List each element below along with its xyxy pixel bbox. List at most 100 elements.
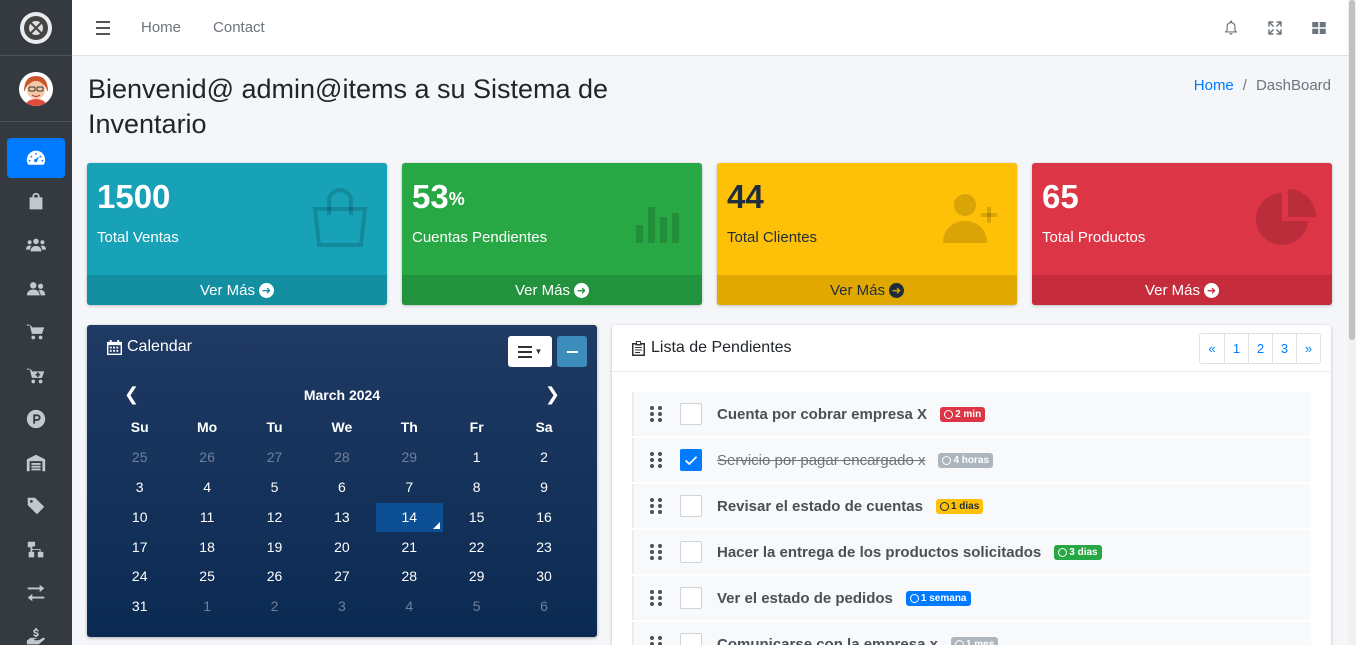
bell-icon[interactable] (1222, 19, 1240, 37)
calendar-day[interactable]: 21 (376, 533, 443, 562)
calendar-day[interactable]: 3 (308, 592, 375, 621)
cart-icon (26, 324, 45, 340)
box-more-link[interactable]: Ver Más ➜ (87, 275, 387, 305)
pagination-item[interactable]: « (1200, 334, 1224, 363)
calendar-day[interactable]: 4 (173, 473, 240, 502)
brand-link[interactable] (0, 0, 72, 56)
calendar-day[interactable]: 24 (106, 562, 173, 591)
calendar-day[interactable]: 25 (173, 562, 240, 591)
calendar-day[interactable]: 29 (376, 443, 443, 472)
sidebar-item-bag[interactable] (7, 182, 65, 222)
sidebar-item-user-group[interactable] (7, 269, 65, 309)
sidebar-item-sitemap[interactable] (7, 530, 65, 570)
bag-icon (29, 192, 43, 209)
drag-handle-icon[interactable] (650, 544, 664, 560)
calendar-day[interactable]: 28 (308, 443, 375, 472)
calendar-day[interactable]: 1 (173, 592, 240, 621)
sidebar-item-exchange[interactable] (7, 573, 65, 613)
sidebar-item-users[interactable] (7, 225, 65, 265)
drag-handle-icon[interactable] (650, 498, 664, 514)
calendar-day[interactable]: 17 (106, 533, 173, 562)
clock-icon (939, 501, 949, 511)
calendar-day[interactable]: 8 (443, 473, 510, 502)
todo-checkbox[interactable] (680, 495, 702, 517)
pagination-item[interactable]: » (1296, 334, 1320, 363)
calendar-day[interactable]: 31 (106, 592, 173, 621)
user-panel[interactable] (0, 56, 72, 122)
drag-handle-icon[interactable] (650, 590, 664, 606)
next-month-button[interactable]: ❯ (538, 384, 567, 405)
sidebar-item-hand-holding[interactable] (7, 617, 65, 645)
calendar-day[interactable]: 13 (308, 503, 375, 532)
avatar[interactable] (19, 71, 53, 106)
drag-handle-icon[interactable] (650, 406, 664, 422)
box-more-link[interactable]: Ver Más ➜ (402, 275, 702, 305)
todo-checkbox[interactable] (680, 587, 702, 609)
pagination-item[interactable]: 2 (1248, 334, 1272, 363)
calendar-day[interactable]: 2 (241, 592, 308, 621)
collapse-button[interactable] (557, 336, 587, 367)
page-scrollbar[interactable] (1348, 0, 1356, 645)
pagination-item[interactable]: 3 (1272, 334, 1296, 363)
box-more-link[interactable]: Ver Más ➜ (717, 275, 1017, 305)
calendar-icon (107, 339, 122, 355)
calendar-day[interactable]: 25 (106, 443, 173, 472)
sidebar-item-warehouse[interactable] (7, 443, 65, 483)
sidebar-item-tag[interactable] (7, 486, 65, 526)
calendar-day[interactable]: 18 (173, 533, 240, 562)
calendar-day[interactable]: 27 (308, 562, 375, 591)
calendar-day[interactable]: 19 (241, 533, 308, 562)
calendar-day[interactable]: 26 (241, 562, 308, 591)
calendar-day[interactable]: 6 (510, 592, 577, 621)
menu-toggle-icon[interactable] (93, 17, 115, 39)
calendar-day[interactable]: 20 (308, 533, 375, 562)
todo-text: Hacer la entrega de los productos solici… (717, 543, 1042, 561)
prev-month-button[interactable]: ❮ (117, 384, 146, 405)
sidebar-item-cart[interactable] (7, 312, 65, 352)
sidebar-item-product-hunt[interactable] (7, 399, 65, 439)
calendar-day[interactable]: 5 (443, 592, 510, 621)
calendar-day[interactable]: 16 (510, 503, 577, 532)
todo-checkbox[interactable] (680, 541, 702, 563)
drag-handle-icon[interactable] (650, 452, 664, 468)
calendar-day[interactable]: 9 (510, 473, 577, 502)
calendar-day[interactable]: 2 (510, 443, 577, 472)
todo-checkbox[interactable] (680, 449, 702, 471)
calendar-day[interactable]: 30 (510, 562, 577, 591)
grid-icon[interactable] (1310, 19, 1328, 37)
calendar-day[interactable]: 7 (376, 473, 443, 502)
time-badge: 4 horas (938, 452, 994, 468)
sidebar-item-dashboard[interactable] (7, 138, 65, 178)
calendar-day[interactable]: 28 (376, 562, 443, 591)
calendar-day[interactable]: 4 (376, 592, 443, 621)
calendar-day[interactable]: 3 (106, 473, 173, 502)
calendar-day[interactable]: 23 (510, 533, 577, 562)
pie-chart-icon (1256, 189, 1316, 245)
calendar-day[interactable]: 26 (173, 443, 240, 472)
calendar-menu-button[interactable]: ▼ (508, 336, 552, 367)
nav-link-home[interactable]: Home (141, 19, 181, 36)
calendar-day[interactable]: 11 (173, 503, 240, 532)
weekday-header: Sa (535, 419, 553, 436)
calendar-day[interactable]: 22 (443, 533, 510, 562)
calendar-day[interactable]: 10 (106, 503, 173, 532)
calendar-day[interactable]: 1 (443, 443, 510, 472)
expand-icon[interactable] (1266, 19, 1284, 37)
todo-checkbox[interactable] (680, 403, 702, 425)
calendar-day[interactable]: 6 (308, 473, 375, 502)
breadcrumb-home[interactable]: Home (1194, 77, 1234, 94)
calendar-day[interactable]: 27 (241, 443, 308, 472)
nav-link-contact[interactable]: Contact (213, 19, 265, 36)
box-more-link[interactable]: Ver Más ➜ (1032, 275, 1332, 305)
page-title: Bienvenid@ admin@items a su Sistema de I… (88, 74, 609, 139)
calendar-day[interactable]: 12 (241, 503, 308, 532)
calendar-day[interactable]: 29 (443, 562, 510, 591)
calendar-day-today[interactable]: 14 (375, 502, 443, 532)
todo-checkbox[interactable] (680, 633, 702, 645)
calendar-day[interactable]: 15 (443, 503, 510, 532)
drag-handle-icon[interactable] (650, 636, 664, 645)
todo-list: Cuenta por cobrar empresa X 2 min Servicio… (632, 392, 1311, 645)
pagination-item[interactable]: 1 (1224, 334, 1248, 363)
sidebar-item-cart-plus[interactable] (7, 356, 65, 396)
calendar-day[interactable]: 5 (241, 473, 308, 502)
